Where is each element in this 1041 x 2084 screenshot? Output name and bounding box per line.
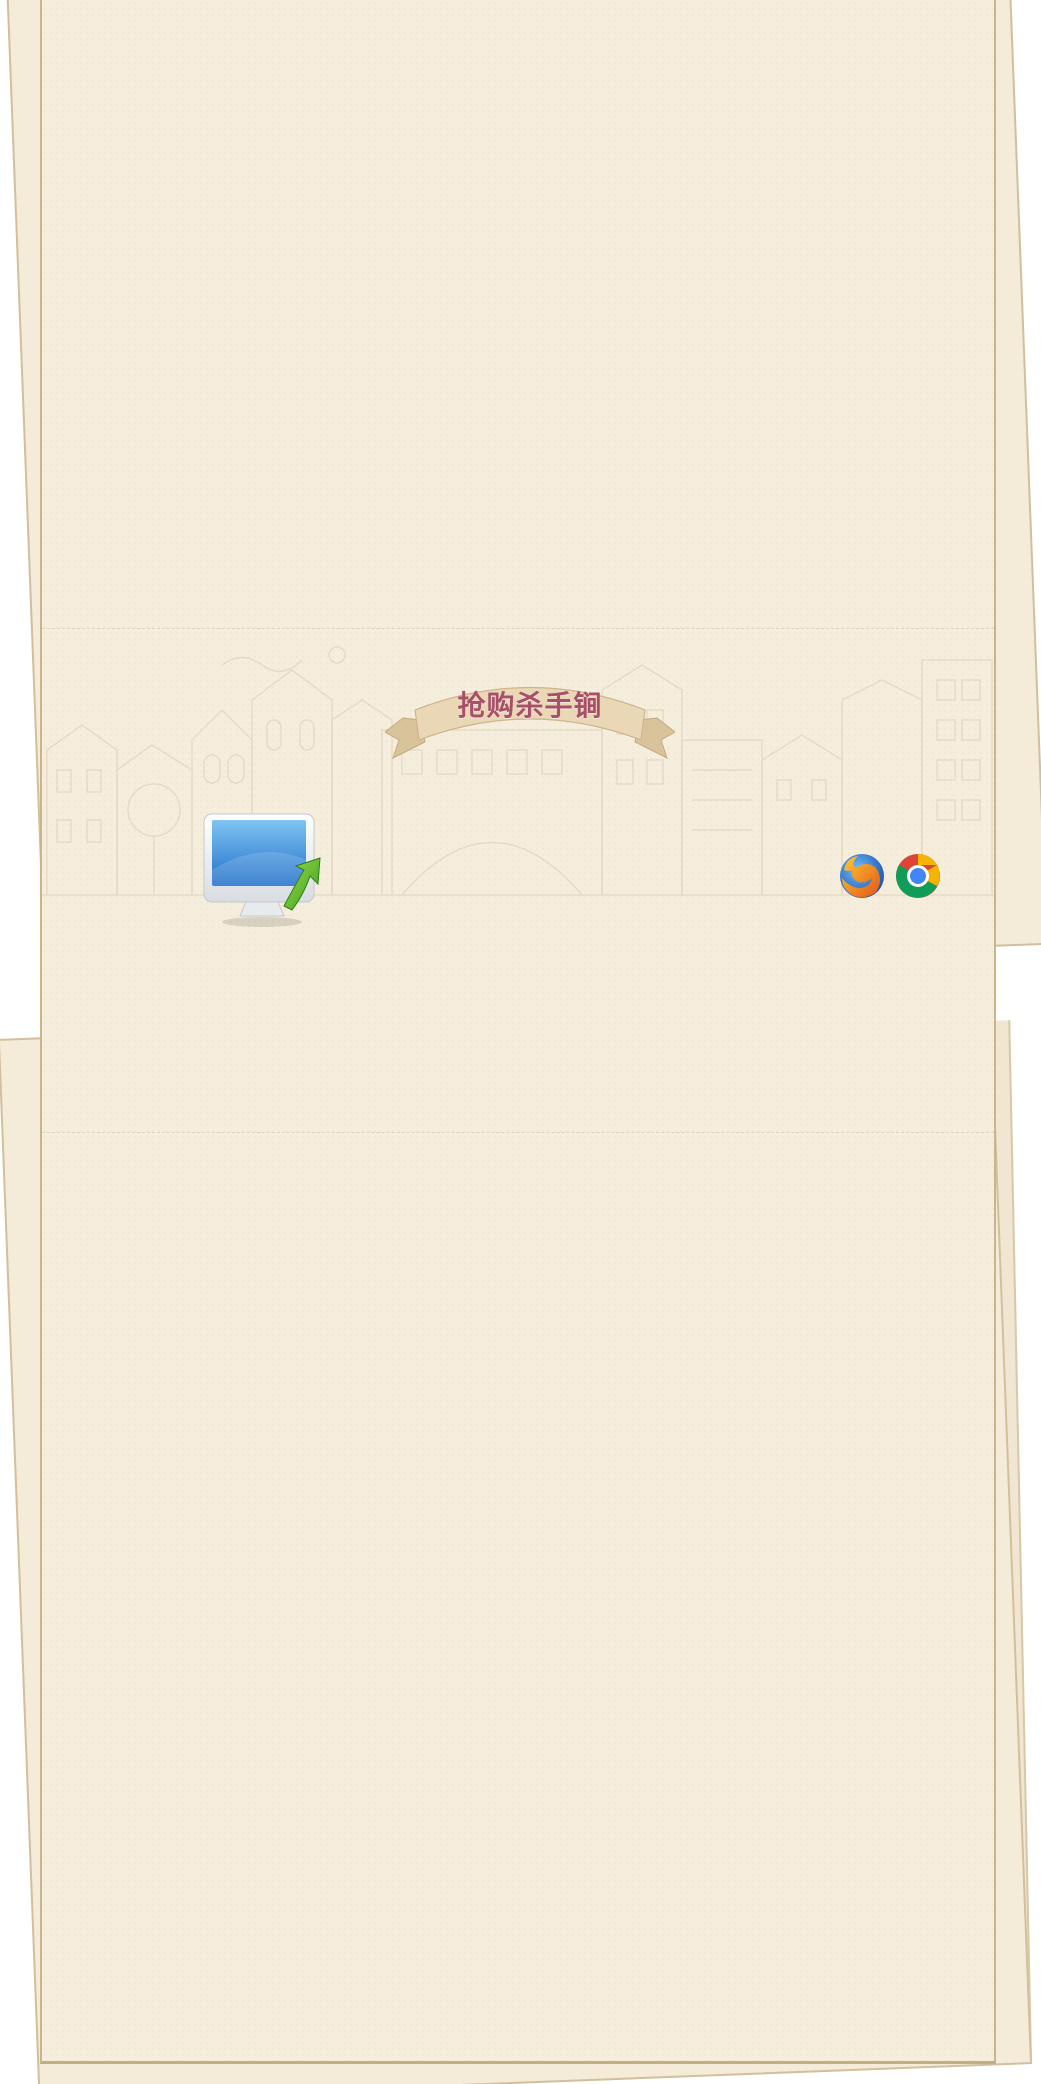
- divider: [42, 1132, 994, 1133]
- divider: [42, 628, 994, 629]
- computer-upgrade-icon[interactable]: [200, 810, 330, 930]
- paper-panel: [40, 0, 996, 2064]
- banner-title: 抢购杀手锏: [457, 689, 603, 722]
- firefox-icon[interactable]: [836, 850, 888, 902]
- title-ribbon: 抢购杀手锏: [385, 670, 675, 780]
- chrome-icon[interactable]: [892, 850, 944, 902]
- page-background: 抢购杀手锏: [0, 0, 1041, 2084]
